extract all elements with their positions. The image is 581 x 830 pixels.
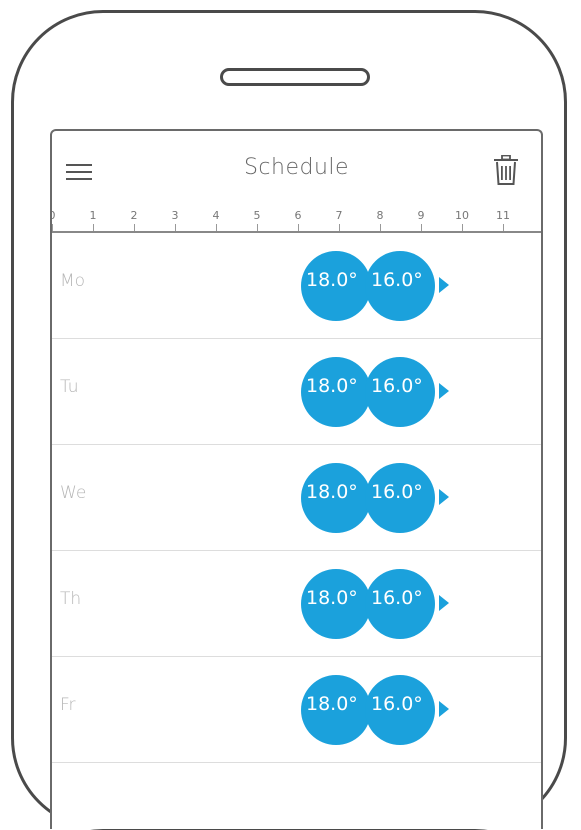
hour-tick: 0 bbox=[52, 209, 67, 231]
hour-tick: 8 bbox=[365, 209, 395, 231]
day-row[interactable]: Mo 18.0° 16.0° bbox=[52, 233, 541, 339]
slot-temperature-label: 18.0° bbox=[306, 481, 358, 503]
day-label: Th bbox=[60, 589, 82, 609]
day-label: Tu bbox=[60, 377, 79, 397]
slot-drag-handle-icon[interactable] bbox=[439, 701, 449, 717]
slot-temperature-label: 16.0° bbox=[371, 481, 423, 503]
slot-temperature-label: 18.0° bbox=[306, 375, 358, 397]
hour-tick: 9 bbox=[406, 209, 436, 231]
day-row[interactable]: We 18.0° 16.0° bbox=[52, 445, 541, 551]
hour-tick: 5 bbox=[242, 209, 272, 231]
hour-tick: 7 bbox=[324, 209, 354, 231]
day-row[interactable]: Tu 18.0° 16.0° bbox=[52, 339, 541, 445]
page-title: Schedule bbox=[243, 155, 350, 180]
hour-tick: 6 bbox=[283, 209, 313, 231]
hour-tick: 1 bbox=[529, 209, 542, 222]
slot-temperature-label: 16.0° bbox=[371, 693, 423, 715]
hour-tick: 4 bbox=[201, 209, 231, 231]
slot-temperature-label: 18.0° bbox=[306, 587, 358, 609]
day-label: Mo bbox=[60, 271, 86, 291]
hour-ruler[interactable]: 012345678910111 bbox=[52, 209, 541, 233]
phone-speaker bbox=[220, 68, 370, 86]
app-screen: Schedule 012345678910111 Mo18.0°16.0°Tu1… bbox=[50, 129, 543, 829]
hour-tick: 1 bbox=[78, 209, 108, 231]
day-row[interactable]: Th 18.0° 16.0° bbox=[52, 551, 541, 657]
hour-tick: 2 bbox=[119, 209, 149, 231]
slot-drag-handle-icon[interactable] bbox=[439, 489, 449, 505]
trash-icon[interactable] bbox=[493, 154, 519, 185]
slot-temperature-label: 16.0° bbox=[371, 587, 423, 609]
hour-tick: 11 bbox=[488, 209, 518, 231]
day-label: We bbox=[60, 483, 87, 503]
slot-temperature-label: 18.0° bbox=[306, 693, 358, 715]
slot-temperature-label: 16.0° bbox=[371, 375, 423, 397]
slot-drag-handle-icon[interactable] bbox=[439, 595, 449, 611]
day-row[interactable]: Fr 18.0° 16.0° bbox=[52, 657, 541, 763]
slot-drag-handle-icon[interactable] bbox=[439, 383, 449, 399]
day-label: Fr bbox=[60, 695, 76, 715]
hour-tick: 3 bbox=[160, 209, 190, 231]
slot-drag-handle-icon[interactable] bbox=[439, 277, 449, 293]
top-bar: Schedule bbox=[52, 131, 541, 209]
slot-temperature-label: 18.0° bbox=[306, 269, 358, 291]
slot-temperature-label: 16.0° bbox=[371, 269, 423, 291]
hour-tick: 10 bbox=[447, 209, 477, 231]
